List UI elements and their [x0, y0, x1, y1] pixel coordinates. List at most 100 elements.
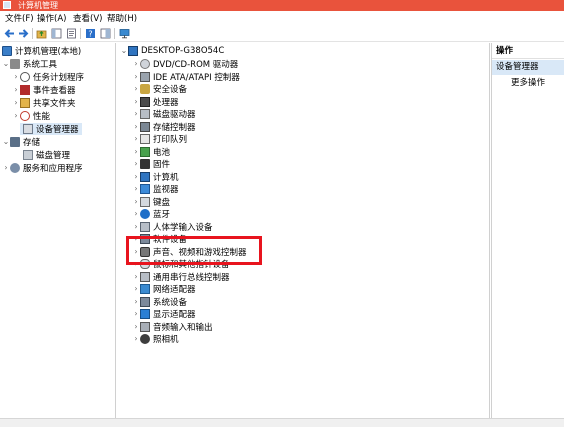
system-device-icon — [140, 296, 150, 307]
display-adapter-icon — [140, 309, 150, 319]
chevron-right-icon[interactable]: › — [132, 171, 140, 183]
chevron-right-icon[interactable]: › — [132, 146, 140, 158]
device-category-keyboards[interactable]: › 键盘 — [132, 196, 170, 208]
chevron-right-icon[interactable]: › — [132, 221, 140, 233]
chevron-right-icon[interactable]: › — [132, 196, 140, 208]
device-category-battery[interactable]: › 电池 — [132, 146, 170, 158]
menu-file[interactable]: 文件(F) — [5, 13, 34, 25]
device-category-label: 显示适配器 — [153, 310, 196, 320]
device-category-computer[interactable]: › 计算机 — [132, 171, 179, 183]
disk-management-icon — [23, 150, 33, 160]
device-category-label: 监视器 — [153, 185, 179, 195]
device-category-usb[interactable]: › 通用串行总线控制器 — [132, 271, 230, 283]
device-category-label: 电池 — [153, 147, 171, 158]
menu-action[interactable]: 操作(A) — [37, 13, 66, 25]
tree-item-storage[interactable]: ⌄ 存储 — [2, 136, 40, 148]
tree-item-shared-folders[interactable]: › 共享文件夹 — [12, 97, 76, 109]
chevron-right-icon[interactable]: › — [132, 108, 140, 120]
chevron-right-icon[interactable]: › — [132, 71, 140, 83]
tree-item-services-applications[interactable]: › 服务和应用程序 — [2, 162, 83, 174]
tree-item-label: 磁盘管理 — [36, 151, 71, 161]
tree-item-performance[interactable]: › 性能 — [12, 110, 50, 122]
chevron-right-icon[interactable]: › — [132, 271, 140, 283]
help-button[interactable]: ? — [84, 27, 97, 40]
device-category-label: 通用串行总线控制器 — [153, 272, 230, 283]
chevron-right-icon[interactable]: › — [132, 296, 140, 308]
chevron-right-icon[interactable]: › — [132, 158, 140, 170]
view-pane-icon — [100, 28, 111, 39]
properties-button[interactable] — [65, 27, 78, 40]
view-button[interactable] — [99, 27, 112, 40]
device-category-display-adapters[interactable]: › 显示适配器 — [132, 308, 196, 320]
chevron-right-icon[interactable]: › — [132, 333, 140, 345]
scan-hardware-button[interactable] — [118, 27, 131, 40]
camera-icon — [140, 334, 150, 344]
device-category-print-queues[interactable]: › 打印队列 — [132, 133, 187, 145]
tree-item-system-tools[interactable]: ⌄ 系统工具 — [2, 58, 57, 70]
chevron-right-icon[interactable]: › — [12, 110, 20, 122]
chevron-right-icon[interactable]: › — [12, 84, 20, 96]
device-category-bluetooth[interactable]: › 蓝牙 — [132, 208, 170, 220]
chevron-down-icon[interactable]: ⌄ — [2, 136, 10, 148]
chevron-right-icon[interactable]: › — [132, 208, 140, 220]
chevron-right-icon[interactable]: › — [132, 321, 140, 333]
navigation-pane: 计算机管理(本地) ⌄ 系统工具 › 任务计划程序 › 事件查看器 › 共享文件… — [0, 43, 116, 418]
chevron-right-icon[interactable]: › — [132, 283, 140, 295]
tree-item-computer-management[interactable]: 计算机管理(本地) — [2, 45, 81, 57]
chevron-right-icon[interactable]: › — [132, 58, 140, 70]
chevron-right-icon[interactable]: › — [12, 97, 20, 109]
network-adapter-icon — [140, 284, 150, 294]
device-tree-root[interactable]: ⌄ DESKTOP-G38O54C — [120, 45, 224, 57]
up-level-button[interactable] — [35, 27, 48, 40]
device-category-cameras[interactable]: › 照相机 — [132, 333, 179, 345]
device-category-network-adapters[interactable]: › 网络适配器 — [132, 283, 196, 295]
tree-item-device-manager[interactable]: 设备管理器 — [20, 123, 82, 135]
tree-item-label: 任务计划程序 — [33, 73, 85, 83]
more-actions-link[interactable]: 更多操作 — [511, 77, 545, 89]
chevron-right-icon[interactable]: › — [2, 162, 10, 174]
chevron-down-icon[interactable]: ⌄ — [120, 45, 128, 57]
horizontal-scrollbar[interactable] — [0, 418, 564, 427]
device-category-audio-io[interactable]: › 音频输入和输出 — [132, 321, 213, 333]
device-category-disk-drives[interactable]: › 磁盘驱动器 — [132, 108, 196, 120]
device-category-firmware[interactable]: › 固件 — [132, 158, 170, 170]
keyboard-icon — [140, 196, 150, 207]
chevron-right-icon[interactable]: › — [132, 96, 140, 108]
device-category-hid[interactable]: › 人体学输入设备 — [132, 221, 213, 233]
chevron-right-icon[interactable]: › — [132, 308, 140, 320]
device-category-security[interactable]: › 安全设备 — [132, 83, 187, 95]
highlight-box — [126, 236, 262, 265]
device-category-label: 键盘 — [153, 197, 171, 208]
device-manager-icon — [23, 124, 33, 134]
tree-item-disk-management[interactable]: 磁盘管理 — [23, 149, 70, 161]
chevron-right-icon[interactable]: › — [132, 133, 140, 145]
device-category-storage-controllers[interactable]: › 存储控制器 — [132, 121, 196, 133]
show-hide-tree-button[interactable] — [50, 27, 63, 40]
device-category-label: 计算机 — [153, 172, 179, 183]
toolbar-separator — [80, 28, 81, 39]
menu-view[interactable]: 查看(V) — [73, 13, 102, 25]
device-category-system-devices[interactable]: › 系统设备 — [132, 296, 187, 308]
hid-icon — [140, 221, 150, 232]
device-category-monitors[interactable]: › 监视器 — [132, 183, 179, 195]
device-category-label: 人体学输入设备 — [153, 222, 213, 233]
tree-item-event-viewer[interactable]: › 事件查看器 — [12, 84, 76, 96]
device-category-processor[interactable]: › 处理器 — [132, 96, 179, 108]
menu-help[interactable]: 帮助(H) — [107, 13, 137, 25]
svg-text:?: ? — [88, 30, 92, 39]
device-category-ide[interactable]: › IDE ATA/ATAPI 控制器 — [132, 71, 240, 83]
actions-section-device-manager[interactable]: 设备管理器 — [492, 60, 564, 75]
chevron-right-icon[interactable]: › — [132, 121, 140, 133]
chevron-right-icon[interactable]: › — [132, 183, 140, 195]
back-button[interactable] — [3, 27, 16, 40]
device-category-dvd[interactable]: › DVD/CD-ROM 驱动器 — [132, 58, 238, 70]
chevron-right-icon[interactable]: › — [12, 71, 20, 83]
forward-button[interactable] — [17, 27, 30, 40]
chevron-right-icon[interactable]: › — [132, 83, 140, 95]
menu-bar: 文件(F) 操作(A) 查看(V) 帮助(H) — [0, 11, 564, 26]
computer-icon — [128, 46, 138, 56]
chevron-down-icon[interactable]: ⌄ — [2, 58, 10, 70]
services-icon — [10, 163, 20, 173]
tree-item-label: 共享文件夹 — [33, 99, 76, 109]
tree-item-task-scheduler[interactable]: › 任务计划程序 — [12, 71, 84, 83]
